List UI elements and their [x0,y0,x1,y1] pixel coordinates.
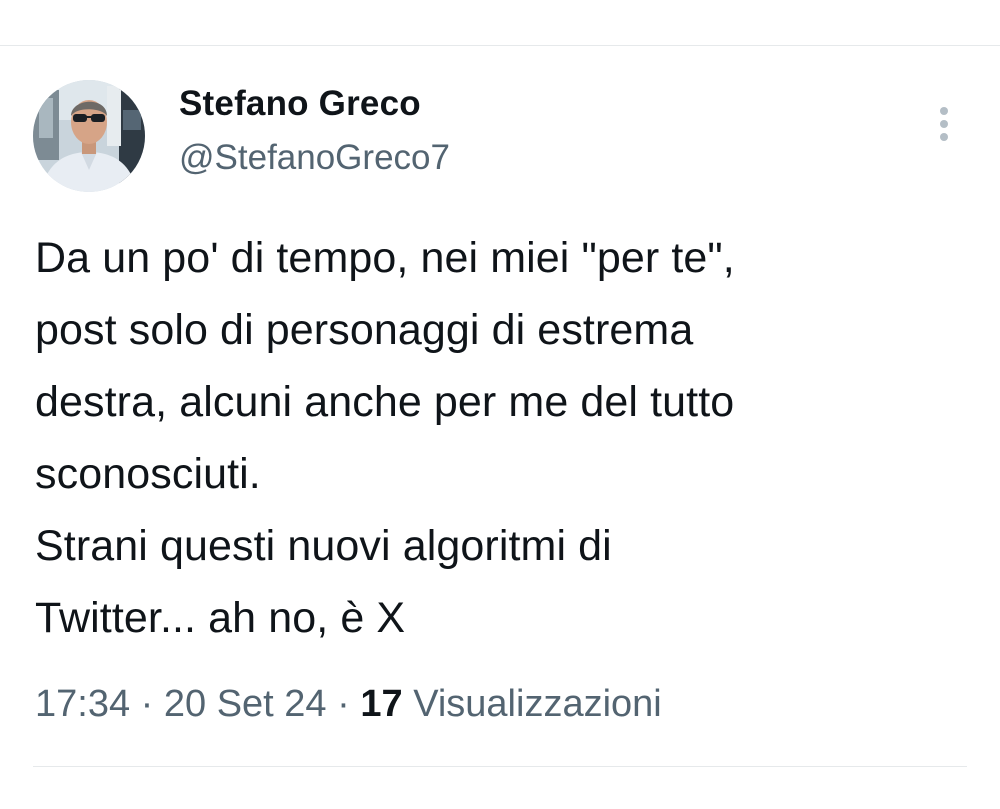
more-options-button[interactable] [926,100,962,150]
vertical-ellipsis-icon [940,107,948,141]
views-label: Visualizzazioni [413,683,662,725]
bottom-divider [33,766,967,767]
author-display-name[interactable]: Stefano Greco [179,84,421,124]
meta-separator: · [326,683,361,725]
meta-separator: · [130,683,164,725]
top-divider [0,45,1000,46]
views-count: 17 [360,683,403,725]
tweet-date[interactable]: 20 Set 24 [164,683,327,725]
tweet-meta: 17:34 · 20 Set 24 · 17 Visualizzazioni [35,683,662,726]
tweet-text: Da un po' di tempo, nei miei "per te", p… [35,234,735,642]
tweet-time[interactable]: 17:34 [35,683,130,725]
avatar[interactable] [33,80,145,192]
avatar-photo [33,80,145,192]
author-handle[interactable]: @StefanoGreco7 [179,138,450,178]
